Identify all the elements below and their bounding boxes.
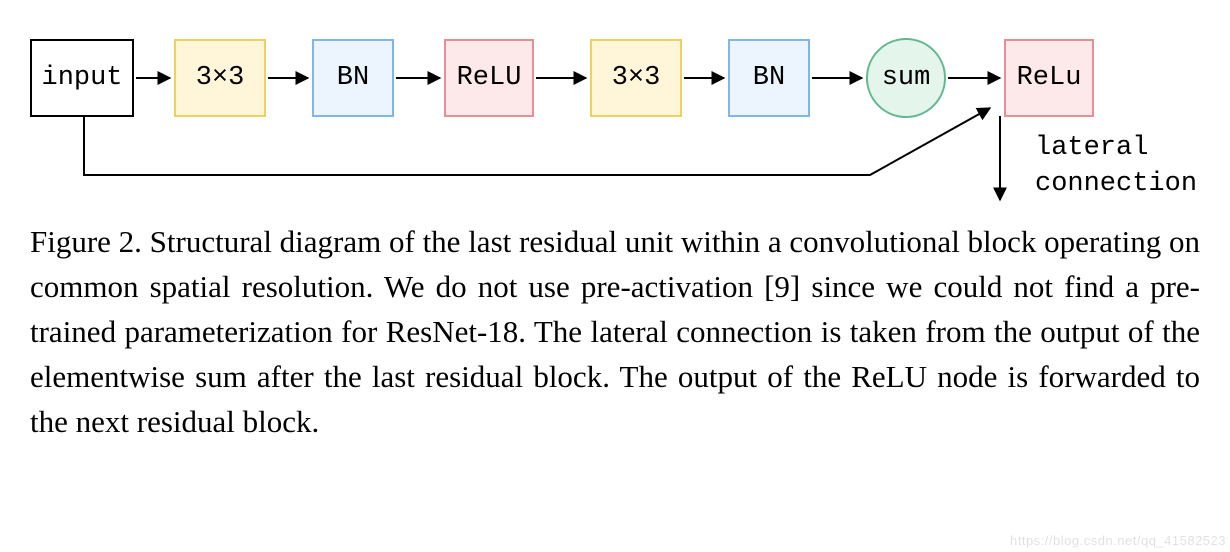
bn-block-2-label: BN	[753, 63, 785, 93]
bn-block-1: BN	[312, 39, 394, 117]
bn-block-2: BN	[728, 39, 810, 117]
bn-block-1-label: BN	[337, 63, 369, 93]
relu-block-1: ReLU	[444, 39, 534, 117]
lateral-connection-label: lateral connection	[1035, 130, 1197, 203]
arrow-icon	[394, 68, 444, 88]
conv3x3-block-1: 3×3	[174, 39, 266, 117]
relu-block-2-label: ReLu	[1017, 63, 1082, 93]
watermark-text: https://blog.csdn.net/qq_41582523	[1010, 533, 1226, 548]
skip-connection-path	[84, 108, 990, 175]
conv3x3-block-2: 3×3	[590, 39, 682, 117]
sum-node-label: sum	[882, 63, 931, 93]
relu-block-1-label: ReLU	[457, 63, 522, 93]
input-block-label: input	[42, 63, 123, 93]
arrow-icon	[810, 68, 866, 88]
conv3x3-block-2-label: 3×3	[612, 63, 661, 93]
arrow-icon	[682, 68, 728, 88]
input-block: input	[30, 39, 134, 117]
conv3x3-block-1-label: 3×3	[196, 63, 245, 93]
sum-node: sum	[866, 38, 946, 118]
arrow-icon	[134, 68, 174, 88]
figure-caption: Figure 2. Structural diagram of the last…	[30, 220, 1200, 445]
arrow-icon	[946, 68, 1004, 88]
residual-unit-diagram: input 3×3 BN ReLU 3×3 BN	[30, 20, 1200, 210]
arrow-icon	[266, 68, 312, 88]
relu-block-2: ReLu	[1004, 39, 1094, 117]
lateral-label-line-1: lateral	[1035, 130, 1197, 166]
arrow-icon	[534, 68, 590, 88]
lateral-label-line-2: connection	[1035, 166, 1197, 202]
